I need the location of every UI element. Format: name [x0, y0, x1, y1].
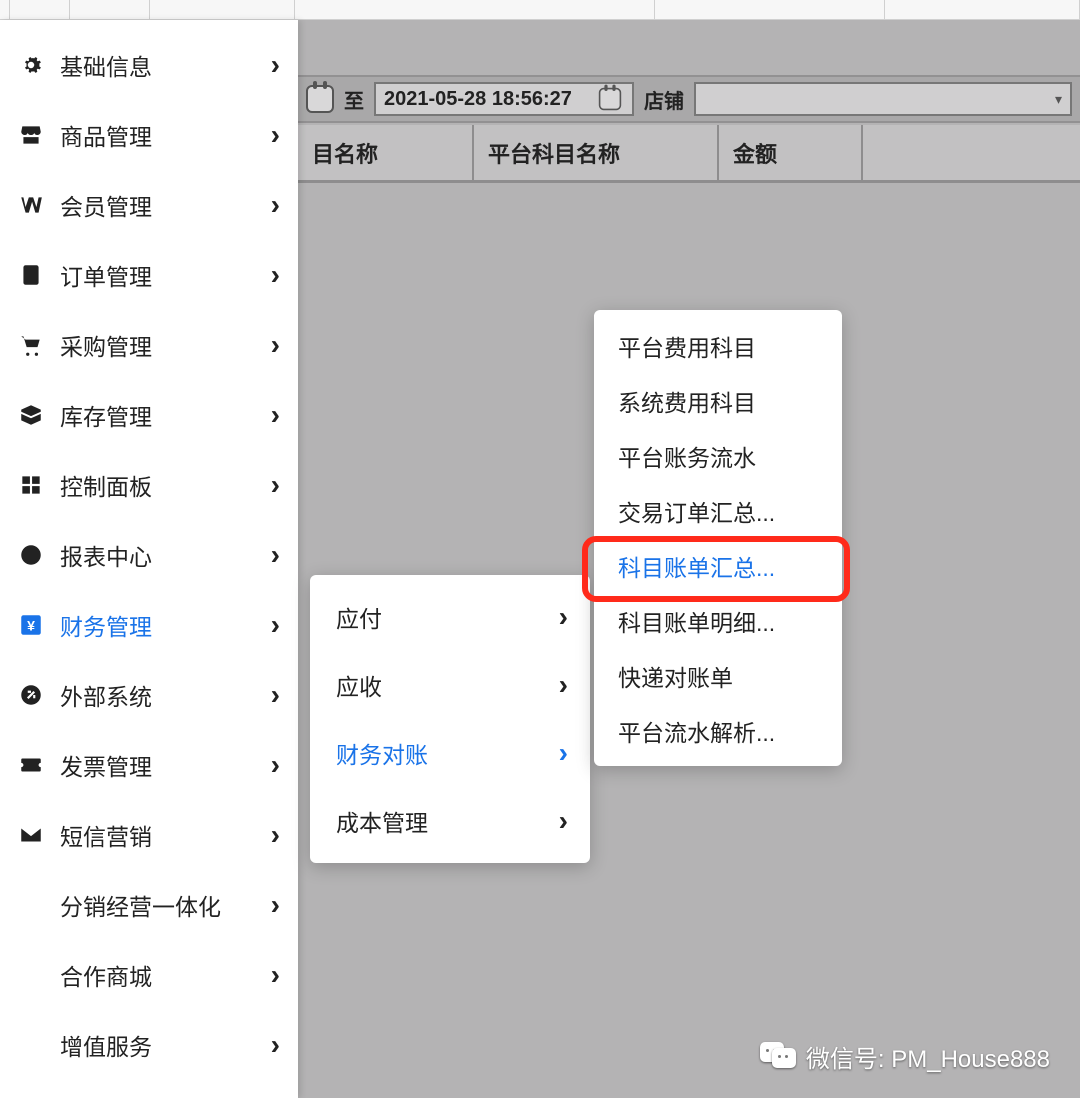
pie-chart-icon — [18, 542, 44, 568]
sidebar-item-finance[interactable]: ¥ 财务管理 › — [0, 590, 298, 660]
chevron-right-icon: › — [271, 679, 280, 711]
sidebar-item-label: 基础信息 — [60, 48, 271, 82]
sidebar-item-purchase[interactable]: 采购管理 › — [0, 310, 298, 380]
yen-icon: ¥ — [18, 612, 44, 638]
submenu2-subject-bill-summary[interactable]: 科目账单汇总... — [594, 538, 842, 593]
chevron-right-icon: › — [559, 737, 568, 769]
svg-text:¥: ¥ — [27, 617, 35, 633]
sidebar-item-label: 采购管理 — [60, 328, 271, 362]
sidebar-sub-distribution[interactable]: 分销经营一体化 › — [0, 870, 298, 940]
sidebar-item-reports[interactable]: 报表中心 › — [0, 520, 298, 590]
submenu2-subject-bill-detail[interactable]: 科目账单明细... — [594, 593, 842, 648]
chevron-right-icon: › — [271, 469, 280, 501]
chevron-right-icon: › — [271, 889, 280, 921]
calendar-icon[interactable] — [306, 85, 334, 113]
sidebar-sub-label: 合作商城 — [60, 958, 271, 992]
submenu2-express-reconcile[interactable]: 快递对账单 — [594, 648, 842, 703]
chevron-right-icon: › — [271, 399, 280, 431]
watermark: 微信号: PM_House888 — [760, 1039, 1050, 1074]
header-col-amount[interactable]: 金额 — [719, 125, 863, 180]
chevron-right-icon: › — [271, 539, 280, 571]
chevron-right-icon: › — [271, 329, 280, 361]
sidebar-item-label: 短信营销 — [60, 818, 271, 852]
shop-icon — [18, 122, 44, 148]
sidebar-sub-mall[interactable]: 合作商城 › — [0, 940, 298, 1010]
top-tab-strip — [0, 0, 1080, 20]
sidebar-sub-vas[interactable]: 增值服务 › — [0, 1010, 298, 1080]
submenu-receivable[interactable]: 应收 › — [310, 651, 590, 719]
sidebar-item-label: 订单管理 — [60, 258, 271, 292]
chevron-down-icon: ▾ — [1055, 91, 1062, 108]
submenu2-platform-fee-subject[interactable]: 平台费用科目 — [594, 318, 842, 373]
header-col-subject-name[interactable]: 目名称 — [298, 125, 474, 180]
sidebar-item-label: 库存管理 — [60, 398, 271, 432]
chevron-right-icon: › — [271, 819, 280, 851]
chevron-right-icon: › — [559, 805, 568, 837]
sidebar-item-label: 商品管理 — [60, 118, 271, 152]
wechat-icon — [760, 1042, 796, 1072]
gear-icon — [18, 52, 44, 78]
mail-icon — [18, 822, 44, 848]
submenu-reconciliation[interactable]: 财务对账 › — [310, 719, 590, 787]
chevron-right-icon: › — [271, 749, 280, 781]
sidebar-item-goods[interactable]: 商品管理 › — [0, 100, 298, 170]
reconciliation-submenu: 平台费用科目 系统费用科目 平台账务流水 交易订单汇总... 科目账单汇总...… — [594, 310, 842, 766]
sidebar-item-sms[interactable]: 短信营销 › — [0, 800, 298, 870]
store-label: 店铺 — [644, 85, 684, 114]
sidebar-item-member[interactable]: 会员管理 › — [0, 170, 298, 240]
sidebar-item-label: 会员管理 — [60, 188, 271, 222]
to-label: 至 — [344, 85, 364, 114]
submenu-cost[interactable]: 成本管理 › — [310, 787, 590, 855]
chevron-right-icon: › — [559, 669, 568, 701]
chevron-right-icon: › — [271, 119, 280, 151]
box-icon — [18, 402, 44, 428]
grid-icon — [18, 472, 44, 498]
submenu2-trade-order-summary[interactable]: 交易订单汇总... — [594, 483, 842, 538]
sidebar-item-label: 控制面板 — [60, 468, 271, 502]
chevron-right-icon: › — [271, 189, 280, 221]
filter-bar: 至 2021-05-28 18:56:27 店铺 ▾ — [298, 75, 1080, 123]
sidebar-item-invoice[interactable]: 发票管理 › — [0, 730, 298, 800]
chevron-right-icon: › — [271, 1029, 280, 1061]
chevron-right-icon: › — [271, 609, 280, 641]
sidebar-item-inventory[interactable]: 库存管理 › — [0, 380, 298, 450]
date-to-field[interactable]: 2021-05-28 18:56:27 — [374, 82, 634, 116]
watermark-text: 微信号: PM_House888 — [806, 1039, 1050, 1074]
submenu2-platform-account-flow[interactable]: 平台账务流水 — [594, 428, 842, 483]
sidebar-item-label: 发票管理 — [60, 748, 271, 782]
link-icon — [18, 682, 44, 708]
chevron-right-icon: › — [559, 601, 568, 633]
table-header-row: 目名称 平台科目名称 金额 — [298, 125, 1080, 183]
sidebar-item-label: 报表中心 — [60, 538, 271, 572]
submenu2-platform-flow-parse[interactable]: 平台流水解析... — [594, 703, 842, 758]
ticket-icon — [18, 752, 44, 778]
calendar-icon[interactable] — [599, 88, 621, 110]
vip-icon — [18, 192, 44, 218]
submenu-payable[interactable]: 应付 › — [310, 583, 590, 651]
date-value: 2021-05-28 18:56:27 — [384, 88, 572, 111]
sidebar-sub-label: 分销经营一体化 — [60, 888, 271, 922]
sidebar-item-basic-info[interactable]: 基础信息 › — [0, 30, 298, 100]
main-sidebar: 基础信息 › 商品管理 › 会员管理 › 订单管理 › 采购管理 › 库存管理 … — [0, 20, 298, 1098]
chevron-right-icon: › — [271, 259, 280, 291]
sidebar-item-order[interactable]: 订单管理 › — [0, 240, 298, 310]
sidebar-item-label: 财务管理 — [60, 608, 271, 642]
submenu2-system-fee-subject[interactable]: 系统费用科目 — [594, 373, 842, 428]
sidebar-item-dashboard[interactable]: 控制面板 › — [0, 450, 298, 520]
header-col-platform-subject[interactable]: 平台科目名称 — [474, 125, 719, 180]
sidebar-sub-label: 增值服务 — [60, 1028, 271, 1062]
store-select[interactable]: ▾ — [694, 82, 1072, 116]
chevron-right-icon: › — [271, 49, 280, 81]
clipboard-icon — [18, 262, 44, 288]
cart-icon — [18, 332, 44, 358]
sidebar-item-external[interactable]: 外部系统 › — [0, 660, 298, 730]
header-col-empty — [863, 125, 1080, 180]
finance-submenu: 应付 › 应收 › 财务对账 › 成本管理 › — [310, 575, 590, 863]
sidebar-item-label: 外部系统 — [60, 678, 271, 712]
chevron-right-icon: › — [271, 959, 280, 991]
